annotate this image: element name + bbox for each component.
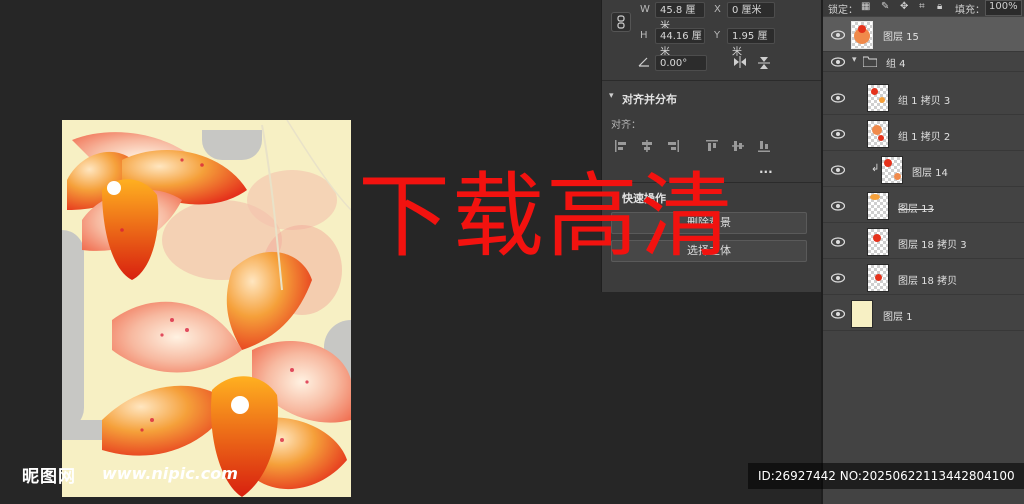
layer-row[interactable]: 图层 13 (823, 188, 1024, 223)
visibility-eye-icon[interactable] (831, 165, 845, 175)
layer-thumbnail (867, 192, 889, 220)
layer-name: 图层 18 拷贝 (898, 276, 958, 287)
site-logo: 昵图网 (22, 467, 76, 487)
height-label: H (640, 30, 648, 41)
layer-row[interactable]: 组 1 拷贝 2 (823, 116, 1024, 151)
layer-name: 图层 15 (883, 32, 919, 43)
layer-thumbnail (851, 300, 873, 328)
x-field[interactable]: 0 厘米 (727, 2, 775, 18)
flip-vertical-icon[interactable] (758, 55, 770, 71)
layer-name: 组 1 拷贝 3 (898, 96, 951, 107)
align-top-icon[interactable] (706, 140, 718, 152)
visibility-eye-icon[interactable] (831, 273, 845, 283)
align-right-icon[interactable] (667, 140, 679, 152)
layer-thumbnail (851, 21, 873, 49)
image-id-strip: ID:26927442 NO:20250622113442804100 (748, 463, 1024, 489)
layer-name: 图层 13 (898, 204, 934, 215)
layer-group-row[interactable]: ▾ 组 4 (823, 52, 1024, 72)
link-dimensions-button[interactable] (611, 12, 631, 32)
visibility-eye-icon[interactable] (831, 309, 845, 319)
visibility-eye-icon[interactable] (831, 201, 845, 211)
divider (602, 80, 821, 81)
layer-name: 组 1 拷贝 2 (898, 132, 951, 143)
align-center-h-icon[interactable] (641, 140, 653, 152)
lock-artboard-icon[interactable]: ⌗ (919, 1, 925, 12)
layer-name: 图层 18 拷贝 3 (898, 240, 967, 251)
angle-icon (638, 57, 649, 67)
layer-row[interactable]: 图层 15 (823, 17, 1024, 52)
layer-name: 图层 1 (883, 312, 913, 323)
layer-thumbnail (867, 228, 889, 256)
visibility-eye-icon[interactable] (831, 129, 845, 139)
visibility-eye-icon[interactable] (831, 57, 845, 67)
align-section-title: 对齐并分布 (622, 93, 677, 106)
y-field[interactable]: 1.95 厘米 (727, 28, 775, 58)
align-label: 对齐： (611, 120, 641, 131)
visibility-eye-icon[interactable] (831, 237, 845, 247)
visibility-eye-icon[interactable] (831, 93, 845, 103)
align-left-icon[interactable] (615, 140, 627, 152)
collapse-chevron-icon[interactable]: ▾ (609, 91, 614, 101)
layer-thumbnail (867, 120, 889, 148)
layer-row[interactable]: 图层 1 (823, 296, 1024, 331)
align-middle-v-icon[interactable] (732, 140, 744, 152)
lock-position-icon[interactable]: ✥ (900, 1, 908, 12)
site-url: www.nipic.com (102, 464, 238, 483)
layer-row[interactable]: 组 1 拷贝 3 (823, 80, 1024, 115)
layer-thumbnail (881, 156, 903, 184)
more-options-button[interactable]: ... (759, 162, 773, 176)
layer-thumbnail (867, 264, 889, 292)
layer-name: 组 4 (886, 59, 906, 70)
image-id-text: ID:26927442 NO:20250622113442804100 (758, 469, 1015, 483)
x-label: X (714, 4, 721, 15)
canvas-artwork[interactable] (62, 120, 351, 497)
lock-paint-icon[interactable]: ✎ (881, 1, 889, 12)
layer-row[interactable]: 图层 18 拷贝 (823, 260, 1024, 295)
lock-label: 锁定： (828, 5, 858, 16)
lock-all-icon[interactable]: 🔒︎ (937, 1, 942, 12)
download-hd-watermark: 下载高清 (358, 163, 735, 270)
fill-field[interactable]: 100% (985, 0, 1022, 16)
layer-row[interactable]: 图层 18 拷贝 3 (823, 224, 1024, 259)
y-label: Y (714, 30, 721, 41)
orchid-illustration (67, 120, 351, 497)
layers-panel: 锁定： ▦ ✎ ✥ ⌗ 🔒︎ 填充： 100% 图层 15 ▾ 组 4 组 1 … (821, 0, 1024, 504)
layer-name: 图层 14 (912, 168, 948, 179)
angle-field[interactable]: 0.00° (655, 55, 707, 71)
width-field[interactable]: 45.8 厘米 (655, 2, 705, 32)
flip-horizontal-icon[interactable] (732, 56, 748, 68)
clipping-mask-icon: ↲ (871, 163, 880, 174)
height-field[interactable]: 44.16 厘米 (655, 28, 705, 58)
width-label: W (640, 4, 650, 15)
layer-thumbnail (867, 84, 889, 112)
fill-label: 填充： (955, 5, 985, 16)
link-icon (617, 15, 625, 29)
layer-row[interactable]: ↲ 图层 14 (823, 152, 1024, 187)
group-expand-chevron-icon[interactable]: ▾ (852, 55, 857, 65)
visibility-eye-icon[interactable] (831, 30, 845, 40)
folder-icon (863, 56, 877, 67)
layers-lock-toolbar: 锁定： ▦ ✎ ✥ ⌗ 🔒︎ 填充： 100% (823, 0, 1024, 16)
lock-transparent-icon[interactable]: ▦ (861, 1, 870, 12)
align-bottom-icon[interactable] (758, 140, 770, 152)
